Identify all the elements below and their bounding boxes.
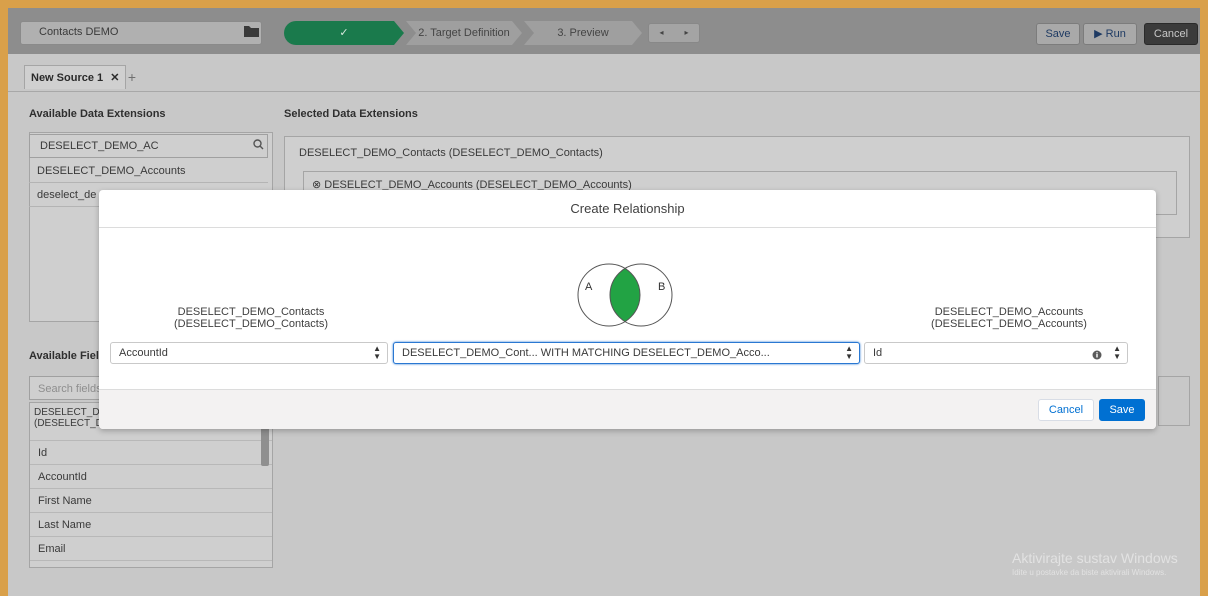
selection-name-field[interactable]: Contacts DEMO — [20, 21, 262, 45]
selection-name-text: Contacts DEMO — [39, 26, 119, 38]
field-item[interactable]: First Name — [30, 489, 272, 513]
prev-step-button[interactable]: ◂ — [649, 24, 674, 42]
step-preview[interactable]: 3. Preview — [524, 21, 642, 45]
right-field-select[interactable]: Id ▲ ▼ — [864, 342, 1128, 364]
de-search-value: DESELECT_DEMO_AC — [40, 140, 159, 152]
venn-diagram-icon[interactable]: A B — [573, 260, 677, 330]
search-icon[interactable] — [253, 139, 264, 150]
field-item[interactable]: Last Name — [30, 513, 272, 537]
de-search-input[interactable]: DESELECT_DEMO_AC — [29, 134, 268, 158]
windows-watermark-title: Aktivirajte sustav Windows — [1012, 550, 1178, 566]
modal-title: Create Relationship — [99, 190, 1156, 228]
drop-area — [1158, 376, 1190, 426]
close-icon[interactable]: ✕ — [110, 72, 119, 84]
tab-new-source-1[interactable]: New Source 1 ✕ — [24, 65, 127, 89]
info-icon[interactable] — [1092, 350, 1102, 360]
sort-arrows-icon: ▲ ▼ — [845, 344, 853, 361]
left-de-label: DESELECT_DEMO_Contacts (DESELECT_DEMO_Co… — [173, 306, 329, 330]
field-search-placeholder: Search fields — [38, 383, 102, 395]
step-1-done[interactable]: ✓ — [284, 21, 404, 45]
relation-type-select[interactable]: DESELECT_DEMO_Cont... WITH MATCHING DESE… — [393, 342, 860, 364]
fields-scrollbar[interactable] — [261, 426, 269, 466]
header-save-button[interactable]: Save — [1036, 23, 1080, 45]
de-list-item[interactable]: DESELECT_DEMO_Accounts — [29, 159, 268, 183]
header-cancel-button[interactable]: Cancel — [1144, 23, 1198, 45]
tab-label: New Source 1 — [31, 72, 104, 84]
left-field-select[interactable]: AccountId ▲ ▼ — [110, 342, 388, 364]
sort-arrows-icon: ▲ ▼ — [1113, 344, 1121, 361]
available-de-title: Available Data Extensions — [29, 108, 166, 120]
progress-steps: ✓ 2. Target Definition 3. Preview — [284, 21, 644, 45]
run-button[interactable]: ▶ Run — [1083, 23, 1137, 45]
venn-label-b: B — [658, 281, 665, 293]
selected-de-title: Selected Data Extensions — [284, 108, 418, 120]
field-item[interactable]: Email — [30, 537, 272, 561]
sort-arrows-icon: ▲ ▼ — [373, 344, 381, 361]
step-nav: ◂ ▸ — [648, 23, 700, 43]
step-target-definition[interactable]: 2. Target Definition — [406, 21, 522, 45]
field-item[interactable]: AccountId — [30, 465, 272, 489]
folder-icon[interactable] — [244, 25, 259, 37]
source-tabs: New Source 1 ✕ + — [8, 58, 1200, 92]
header-bar: Contacts DEMO ✓ 2. Target Definition 3. … — [8, 8, 1200, 54]
primary-de[interactable]: DESELECT_DEMO_Contacts (DESELECT_DEMO_Co… — [299, 147, 603, 159]
modal-save-button[interactable]: Save — [1099, 399, 1145, 421]
venn-label-a: A — [585, 281, 593, 293]
field-item[interactable]: Id — [30, 441, 272, 465]
add-tab-button[interactable]: + — [122, 68, 142, 86]
windows-watermark-subtitle: Idite u postavke da biste aktivirali Win… — [1012, 568, 1167, 577]
next-step-button[interactable]: ▸ — [674, 24, 699, 42]
modal-cancel-button[interactable]: Cancel — [1038, 399, 1094, 421]
modal-footer: Cancel Save — [99, 389, 1156, 429]
create-relationship-modal: Create Relationship DESELECT_DEMO_Contac… — [99, 190, 1156, 429]
right-de-label: DESELECT_DEMO_Accounts (DESELECT_DEMO_Ac… — [931, 306, 1087, 330]
